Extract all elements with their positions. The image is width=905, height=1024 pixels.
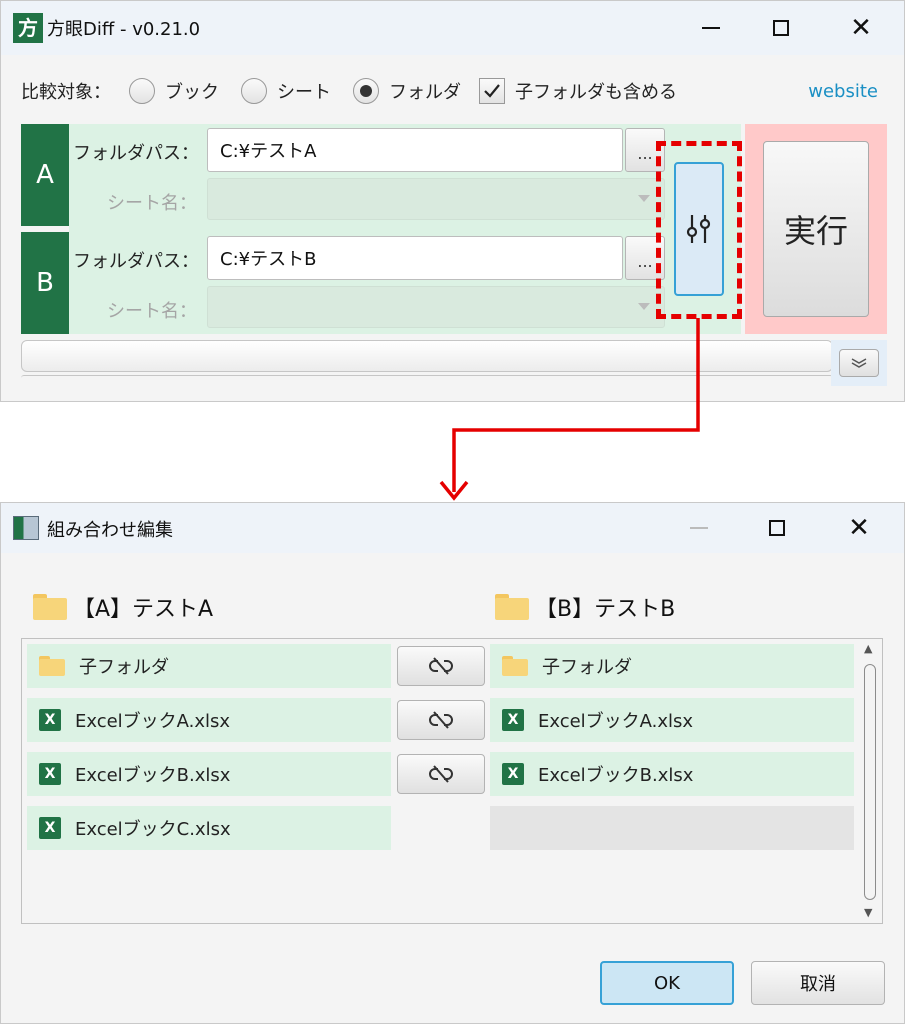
maximize-icon [769,520,785,536]
connector-arrow [439,318,700,501]
list-item-empty[interactable] [490,806,854,850]
folder-icon [39,656,65,676]
item-name: ExcelブックA.xlsx [538,711,694,732]
list-item-a[interactable]: X ExcelブックC.xlsx [27,806,391,850]
excel-icon: X [39,709,61,731]
scroll-down-icon[interactable]: ▼ [864,906,872,919]
minimize-icon [690,527,708,529]
unlink-button[interactable] [397,646,485,686]
item-name: ExcelブックC.xlsx [75,819,231,840]
combination-list: 子フォルダ X ExcelブックA.xlsx X ExcelブックB.xlsx … [21,638,883,924]
header-a-text: 【A】テストA [73,597,214,622]
folder-icon [502,656,528,676]
dialog-title: 組み合わせ編集 [47,520,173,541]
unlink-button[interactable] [397,754,485,794]
header-a: 【A】テストA [33,591,213,623]
item-name: ExcelブックA.xlsx [75,711,231,732]
unlink-icon [429,657,453,675]
list-item-a[interactable]: X ExcelブックA.xlsx [27,698,391,742]
dialog-title-bar[interactable]: 組み合わせ編集 ✕ [1,503,904,553]
header-b-text: 【B】テストB [535,597,676,622]
dialog-maximize-button[interactable] [755,509,799,547]
unlink-icon [429,711,453,729]
list-item-b[interactable]: X ExcelブックA.xlsx [490,698,854,742]
close-icon: ✕ [848,513,870,543]
item-name: 子フォルダ [542,657,632,678]
unlink-button[interactable] [397,700,485,740]
item-name: ExcelブックB.xlsx [75,765,231,786]
cancel-button[interactable]: 取消 [751,961,885,1005]
dialog-close-button[interactable]: ✕ [837,509,881,547]
item-name: ExcelブックB.xlsx [538,765,694,786]
header-b: 【B】テストB [495,591,675,623]
folder-icon [495,594,529,620]
list-item-a[interactable]: X ExcelブックB.xlsx [27,752,391,796]
ok-button[interactable]: OK [600,961,734,1005]
list-item-b[interactable]: X ExcelブックB.xlsx [490,752,854,796]
vertical-scrollbar[interactable]: ▲ ▼ [860,640,880,922]
excel-icon: X [39,817,61,839]
dialog-app-icon [13,516,39,540]
item-name: 子フォルダ [79,657,169,678]
dialog-minimize-button[interactable] [677,509,721,547]
scroll-thumb[interactable] [864,664,876,900]
excel-icon: X [39,763,61,785]
combination-dialog: 組み合わせ編集 ✕ 【A】テストA 【B】テストB 子フォルダ X Excelブ… [0,502,905,1024]
excel-icon: X [502,763,524,785]
list-item-b[interactable]: 子フォルダ [490,644,854,688]
list-item-a[interactable]: 子フォルダ [27,644,391,688]
scroll-up-icon[interactable]: ▲ [864,642,872,655]
excel-icon: X [502,709,524,731]
folder-icon [33,594,67,620]
unlink-icon [429,765,453,783]
